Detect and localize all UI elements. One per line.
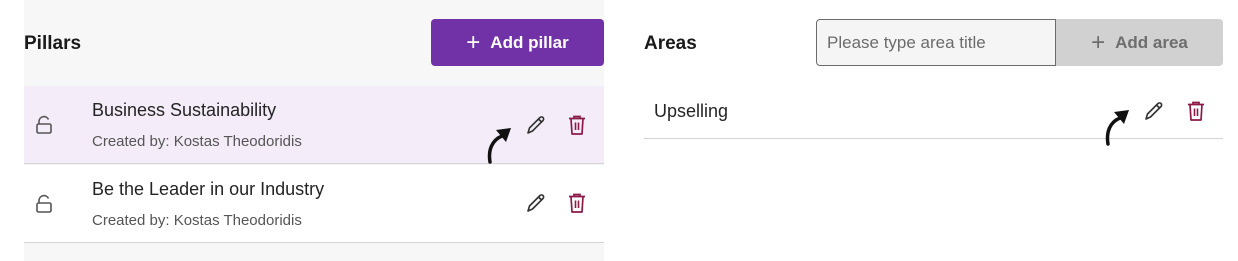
pencil-icon[interactable] [525,114,547,136]
pillar-row[interactable]: Business Sustainability Created by: Kost… [24,86,604,164]
add-area-button[interactable]: + Add area [1056,19,1223,66]
plus-icon: + [1091,28,1106,56]
areas-title: Areas [644,33,697,54]
trash-icon[interactable] [567,114,587,136]
pillar-created-by: Created by: Kostas Theodoridis [92,212,302,229]
unlock-icon[interactable] [35,194,53,214]
trash-icon[interactable] [1186,100,1206,122]
pillars-title: Pillars [24,33,82,54]
pillar-row[interactable]: Be the Leader in our Industry Created by… [24,165,604,243]
plus-icon: + [466,28,481,56]
areas-panel: Areas + Add area Upselling [644,0,1223,261]
area-title: Upselling [654,101,729,121]
add-area-label: Add area [1115,32,1188,52]
pencil-icon[interactable] [525,192,547,214]
trash-icon[interactable] [567,192,587,214]
pillar-title: Business Sustainability [92,100,277,120]
add-pillar-button[interactable]: + Add pillar [431,19,604,66]
pencil-icon[interactable] [1143,100,1165,122]
unlock-icon[interactable] [35,115,53,135]
pillar-created-by: Created by: Kostas Theodoridis [92,133,302,150]
area-row[interactable]: Upselling [644,86,1223,139]
add-pillar-label: Add pillar [490,32,569,52]
pillar-title: Be the Leader in our Industry [92,179,325,199]
pillars-panel: Pillars + Add pillar Business Sustainabi… [24,0,604,261]
area-title-input[interactable] [816,19,1056,66]
